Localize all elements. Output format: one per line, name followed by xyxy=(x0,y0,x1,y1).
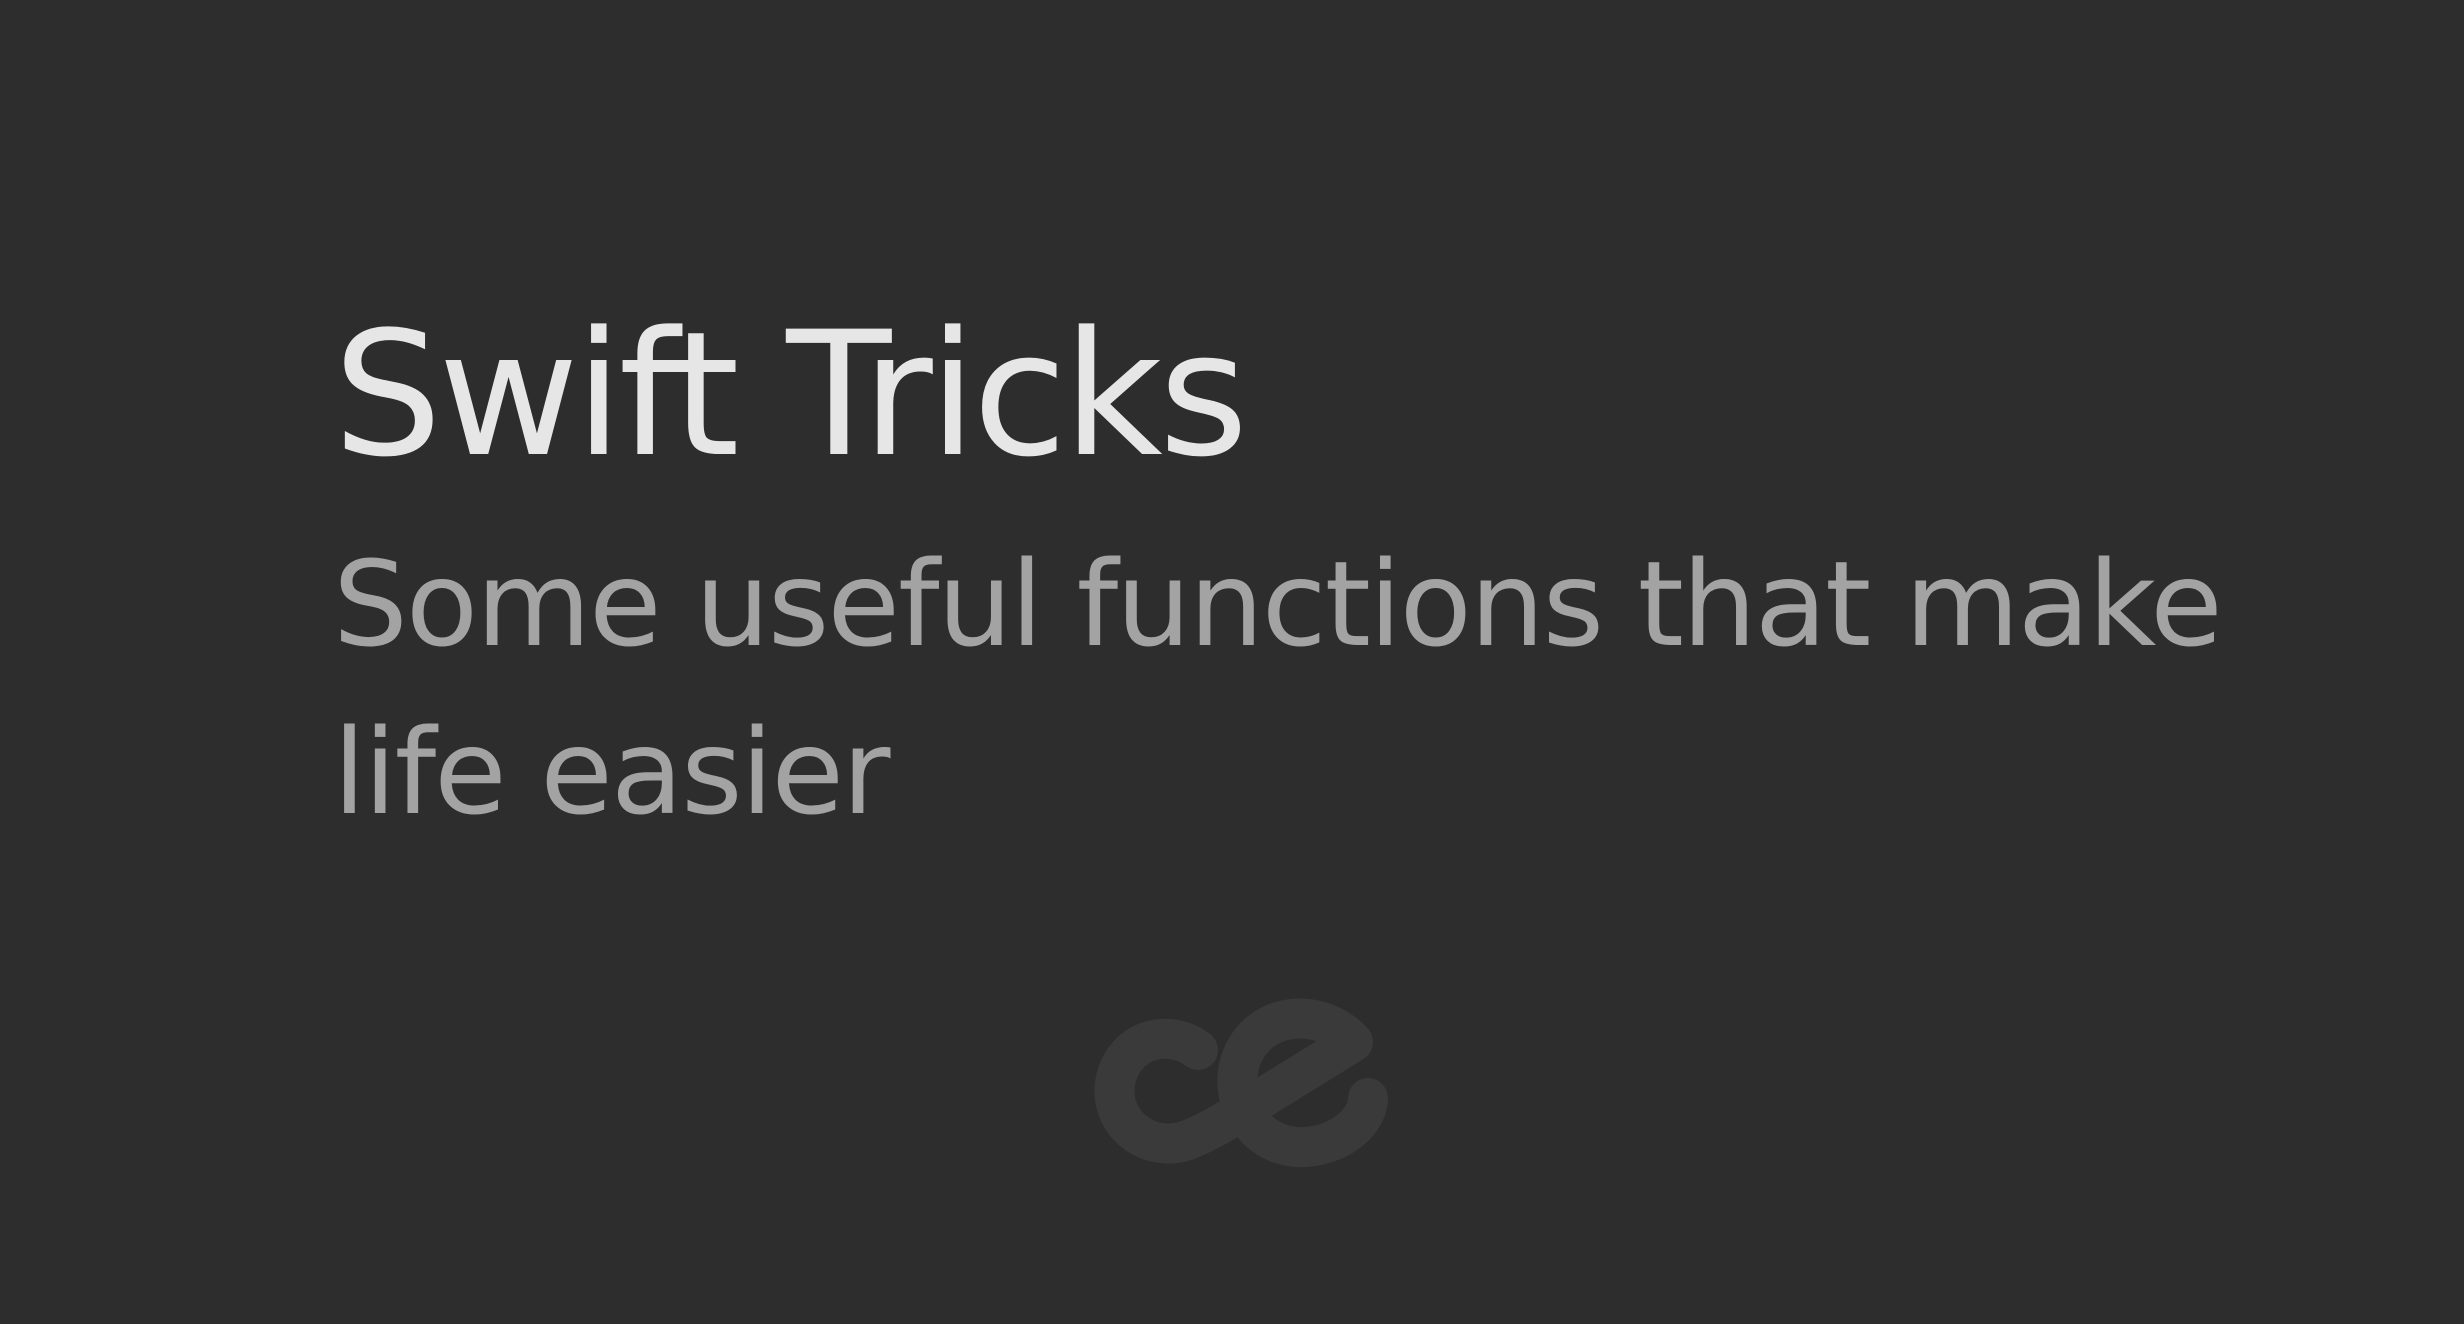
page-subtitle: Some useful functions that make life eas… xyxy=(333,535,2223,841)
title-card: Swift Tricks Some useful functions that … xyxy=(0,0,2464,1324)
page-title: Swift Tricks xyxy=(333,294,1248,495)
ce-logo-icon xyxy=(1094,998,1388,1168)
